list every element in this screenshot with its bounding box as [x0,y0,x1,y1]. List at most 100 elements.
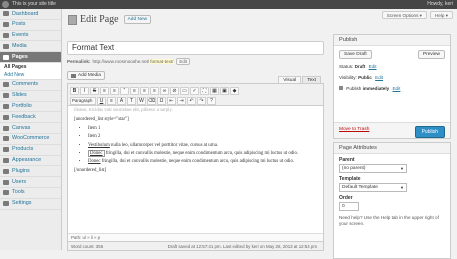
permalink: Permalink: http://www.roosmooshe.net/for… [67,58,190,65]
add-media-button[interactable]: Add Media [67,71,105,80]
help-icon[interactable]: ? [207,96,216,105]
special-char-icon[interactable]: Ω [157,96,166,105]
save-draft-button[interactable]: Save Draft [339,50,372,59]
page-attributes-title: Page Attributes [334,143,450,154]
outdent-icon[interactable]: ⇤ [167,96,176,105]
indent-icon[interactable]: ⇥ [177,96,186,105]
wordpress-logo-icon[interactable] [2,1,9,8]
chevron-down-icon: ▼ [400,185,404,190]
help-button[interactable]: Help ▾ [429,11,453,19]
format-select[interactable]: Paragraph [70,96,96,105]
link-icon[interactable]: ∞ [160,86,169,95]
list-item: Donec fringilla, dui et convallis molest… [88,150,317,157]
sidebar-item-pages[interactable]: Pages [0,52,61,63]
sidebar-item-media[interactable]: Media [0,41,61,53]
italic-button[interactable]: I [80,86,89,95]
blockquote-icon[interactable]: “ [120,86,129,95]
paste-word-icon[interactable]: W [137,96,146,105]
editor-body[interactable]: ilisnse, tricidus vuir sourisbue elit, p… [68,106,323,179]
page-attributes-box: Page Attributes Parent (no parent) ▼ Temp… [333,142,451,259]
media-icon [3,43,9,49]
justify-icon[interactable]: ≡ [107,96,116,105]
permalink-edit-button[interactable]: Edit [176,58,190,65]
shortcode-open: [unordered_list style="star"] [74,117,129,122]
portfolio-icon [3,103,9,109]
editor-status: Word count: 355 Draft saved at 12:57:41 … [68,241,323,250]
sidebar-item-tools[interactable]: Tools [0,188,61,199]
sidebar-item-users[interactable]: Users [0,177,61,188]
sidebar-item-settings[interactable]: Settings [0,199,61,210]
submenu-all-pages[interactable]: All Pages [0,63,61,71]
shortcode-icon[interactable]: ▣ [220,86,229,95]
editor-path: Path: ul » li » p [68,233,323,241]
spellcheck-icon[interactable]: ✓ [190,86,199,95]
bullet-list-icon[interactable]: ≡ [100,86,109,95]
edit-visibility-link[interactable]: Edit [375,75,383,80]
text-color-icon[interactable]: A [117,96,126,105]
template-label: Template [339,176,361,182]
list-item: Item 1 [88,126,317,132]
template-select[interactable]: Default Template ▼ [339,183,407,192]
sidebar-item-products[interactable]: Products [0,145,61,156]
underline-button[interactable]: U [97,96,106,105]
order-input[interactable]: 0 [339,202,359,211]
align-center-icon[interactable]: ≡ [140,86,149,95]
bold-button[interactable]: B [70,86,79,95]
fullscreen-icon[interactable]: ⛶ [200,86,209,95]
page-icon [68,14,77,25]
permalink-label: Permalink: [67,59,91,64]
sidebar-item-comments[interactable]: Comments [0,80,61,91]
screen-meta-links: Screen Options ▾ Help ▾ [381,11,453,19]
plugins-icon [3,168,9,174]
publish-button[interactable]: Publish [414,126,445,138]
list-item: Donec fringilla, dui et convallis molest… [88,159,317,165]
feedback-icon [3,114,9,120]
dashboard-icon [3,11,9,17]
submenu-add-new[interactable]: Add New [0,71,61,79]
edit-status-link[interactable]: Edit [369,64,377,69]
post-title-input[interactable]: Format Text [67,41,324,55]
kitchen-sink-icon[interactable]: ▦ [210,86,219,95]
sidebar-item-posts[interactable]: Posts [0,20,61,31]
sidebar-item-dashboard[interactable]: Dashboard [0,9,61,20]
sidebar-item-portfolio[interactable]: Portfolio [0,102,61,113]
sidebar-item-events[interactable]: Events [0,31,61,42]
page-heading: Edit Page Add New [68,14,152,25]
post-schedule: Publish immediately Edit [334,83,450,94]
sidebar-item-woocommerce[interactable]: WooCommerce [0,134,61,145]
sidebar-item-canvas[interactable]: Canvas [0,123,61,134]
align-left-icon[interactable]: ≡ [130,86,139,95]
edit-schedule-link[interactable]: Edit [392,86,400,91]
redo-icon[interactable]: ↷ [197,96,206,105]
settings-icon [3,201,9,207]
list-item: Vestibulum nulla leo, ullamcorper vel po… [88,143,317,149]
sidebar-item-plugins[interactable]: Plugins [0,166,61,178]
users-icon [3,179,9,185]
align-right-icon[interactable]: ≡ [150,86,159,95]
paste-text-icon[interactable]: T [127,96,136,105]
add-new-button[interactable]: Add New [123,15,152,24]
sidebar-item-appearance[interactable]: Appearance [0,156,61,167]
sidebar-item-slides[interactable]: Slides [0,91,61,102]
woo-shortcode-icon[interactable]: ◆ [230,86,239,95]
word-count: Word count: 355 [71,244,104,249]
move-to-trash-link[interactable]: Move to Trash [339,127,369,132]
screen-options-button[interactable]: Screen Options ▾ [381,11,427,19]
parent-select[interactable]: (no parent) ▼ [339,164,407,173]
admin-bar: This is your site title Howdy, keri [0,0,457,9]
account-menu[interactable]: Howdy, keri [427,0,453,9]
sidebar-item-feedback[interactable]: Feedback [0,112,61,124]
unlink-icon[interactable]: ⊘ [170,86,179,95]
more-tag-icon[interactable]: ▭ [180,86,189,95]
clear-format-icon[interactable]: ⌫ [147,96,156,105]
preview-button[interactable]: Preview [417,50,445,59]
publish-box: Publish Save Draft Preview Status: Draft… [333,34,451,139]
posts-icon [3,22,9,28]
undo-icon[interactable]: ↶ [187,96,196,105]
permalink-url[interactable]: http://www.roosmooshe.net/format-text/ [93,59,175,64]
post-visibility: Visibility: Public Edit [339,75,384,80]
main-content: Screen Options ▾ Help ▾ Edit Page Add Ne… [62,9,457,259]
publish-actions: Move to Trash Publish [334,122,450,138]
strikethrough-button[interactable]: S [90,86,99,95]
numbered-list-icon[interactable]: ≡ [110,86,119,95]
